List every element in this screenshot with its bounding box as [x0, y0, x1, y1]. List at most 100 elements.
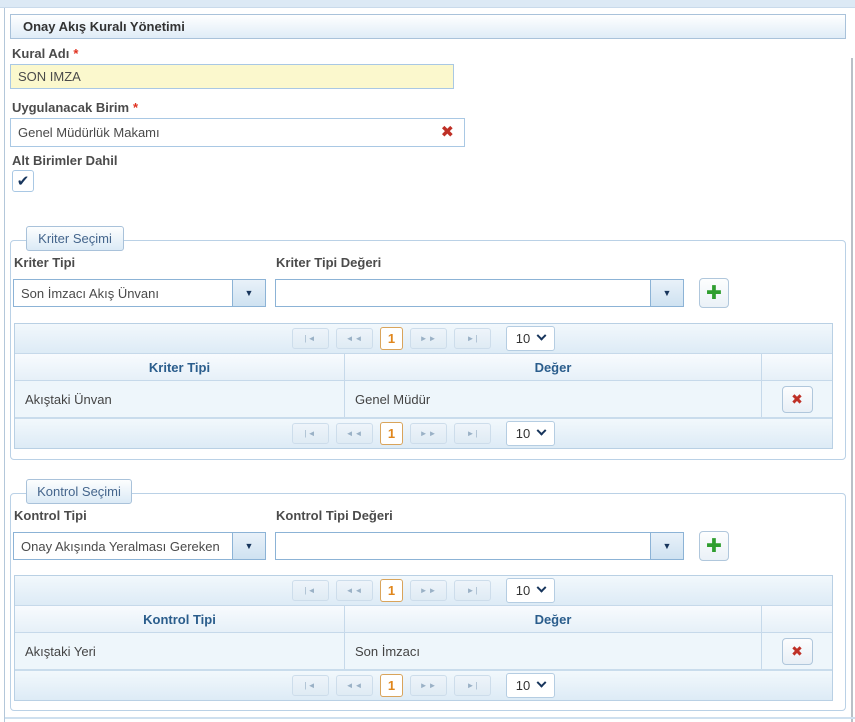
control-type-value: Onay Akışında Yeralması Gereken: [14, 533, 232, 559]
include-subunits-label: Alt Birimler Dahil: [12, 153, 117, 168]
required-asterisk: *: [133, 100, 138, 115]
first-page-icon: |◄: [305, 586, 317, 595]
dropdown-chevron-icon: [537, 331, 547, 341]
dropdown-chevron-icon: [537, 426, 547, 436]
chevron-down-icon[interactable]: ▼: [232, 533, 265, 559]
vertical-scrollbar[interactable]: [851, 58, 853, 722]
current-page-button[interactable]: 1: [380, 579, 403, 602]
dropdown-chevron-icon: [537, 678, 547, 688]
control-legend: Kontrol Seçimi: [26, 479, 132, 504]
criteria-paginator-top: |◄ ◄◄ 1 ►► ►| 10: [15, 324, 832, 353]
criteria-value-value: [276, 280, 650, 306]
current-page-button[interactable]: 1: [380, 674, 403, 697]
last-page-button[interactable]: ►|: [454, 580, 491, 601]
rows-per-page-select[interactable]: 10: [506, 421, 555, 446]
dropdown-chevron-icon: [537, 583, 547, 593]
last-page-button[interactable]: ►|: [454, 328, 491, 349]
column-header-type: Kontrol Tipi: [15, 606, 345, 632]
criteria-type-dropdown[interactable]: Son İmzacı Akış Ünvanı ▼: [13, 279, 266, 307]
chevron-down-icon[interactable]: ▼: [650, 280, 683, 306]
criteria-legend: Kriter Seçimi: [26, 226, 124, 251]
criteria-type-value: Son İmzacı Akış Ünvanı: [14, 280, 232, 306]
prev-page-button[interactable]: ◄◄: [336, 423, 373, 444]
required-asterisk: *: [73, 46, 78, 61]
next-page-icon: ►►: [420, 429, 438, 438]
row-value-cell: Son İmzacı: [345, 633, 762, 669]
criteria-paginator-bottom: |◄ ◄◄ 1 ►► ►| 10: [15, 418, 832, 448]
first-page-button[interactable]: |◄: [292, 675, 329, 696]
applied-unit-field: ✖: [10, 118, 465, 147]
add-criteria-button[interactable]: ✚: [699, 278, 729, 308]
last-page-button[interactable]: ►|: [454, 675, 491, 696]
plus-icon: ✚: [706, 282, 722, 305]
control-value-label: Kontrol Tipi Değeri: [276, 508, 393, 523]
chevron-down-icon[interactable]: ▼: [232, 280, 265, 306]
applied-unit-input[interactable]: [11, 119, 431, 146]
page-title: Onay Akış Kuralı Yönetimi: [10, 14, 846, 39]
column-header-actions: [762, 354, 832, 380]
approval-rule-management-screen: Onay Akış Kuralı Yönetimi Kural Adı* Uyg…: [0, 0, 855, 722]
first-page-icon: |◄: [305, 429, 317, 438]
current-page-button[interactable]: 1: [380, 422, 403, 445]
first-page-icon: |◄: [305, 681, 317, 690]
control-type-label: Kontrol Tipi: [14, 508, 87, 523]
next-page-button[interactable]: ►►: [410, 328, 447, 349]
last-page-button[interactable]: ►|: [454, 423, 491, 444]
column-header-value: Değer: [345, 606, 762, 632]
next-page-icon: ►►: [420, 681, 438, 690]
row-value-cell: Genel Müdür: [345, 381, 762, 417]
rows-per-page-select[interactable]: 10: [506, 326, 555, 351]
first-page-icon: |◄: [305, 334, 317, 343]
last-page-icon: ►|: [467, 334, 479, 343]
delete-icon: ✖: [791, 643, 803, 660]
control-value-dropdown[interactable]: ▼: [275, 532, 684, 560]
prev-page-button[interactable]: ◄◄: [336, 675, 373, 696]
first-page-button[interactable]: |◄: [292, 328, 329, 349]
applied-unit-label: Uygulanacak Birim*: [12, 100, 138, 115]
left-border-line: [4, 8, 5, 722]
prev-page-icon: ◄◄: [346, 586, 364, 595]
delete-row-button[interactable]: ✖: [782, 638, 813, 665]
criteria-table: |◄ ◄◄ 1 ►► ►| 10 Kriter Tipi Değer Akışt…: [14, 323, 833, 449]
prev-page-button[interactable]: ◄◄: [336, 580, 373, 601]
chevron-down-icon[interactable]: ▼: [650, 533, 683, 559]
control-value-value: [276, 533, 650, 559]
last-page-icon: ►|: [467, 586, 479, 595]
next-page-button[interactable]: ►►: [410, 423, 447, 444]
table-row: Akıştaki Ünvan Genel Müdür ✖: [15, 381, 832, 418]
table-row: Akıştaki Yeri Son İmzacı ✖: [15, 633, 832, 670]
rows-per-page-select[interactable]: 10: [506, 578, 555, 603]
criteria-value-dropdown[interactable]: ▼: [275, 279, 684, 307]
first-page-button[interactable]: |◄: [292, 580, 329, 601]
plus-icon: ✚: [706, 535, 722, 558]
criteria-type-label: Kriter Tipi: [14, 255, 75, 270]
first-page-button[interactable]: |◄: [292, 423, 329, 444]
delete-icon: ✖: [791, 391, 803, 408]
last-page-icon: ►|: [467, 429, 479, 438]
check-icon: ✔: [17, 172, 30, 190]
bottom-border-line: [5, 717, 855, 719]
top-strip: [0, 0, 855, 8]
next-page-button[interactable]: ►►: [410, 580, 447, 601]
current-page-button[interactable]: 1: [380, 327, 403, 350]
row-type-cell: Akıştaki Yeri: [15, 633, 345, 669]
control-table: |◄ ◄◄ 1 ►► ►| 10 Kontrol Tipi Değer Akış…: [14, 575, 833, 701]
prev-page-icon: ◄◄: [346, 334, 364, 343]
rule-name-label: Kural Adı*: [12, 46, 78, 61]
criteria-value-label: Kriter Tipi Değeri: [276, 255, 381, 270]
include-subunits-checkbox[interactable]: ✔: [12, 170, 34, 192]
prev-page-icon: ◄◄: [346, 681, 364, 690]
rule-name-input[interactable]: [10, 64, 454, 89]
control-type-dropdown[interactable]: Onay Akışında Yeralması Gereken ▼: [13, 532, 266, 560]
next-page-icon: ►►: [420, 586, 438, 595]
add-control-button[interactable]: ✚: [699, 531, 729, 561]
next-page-button[interactable]: ►►: [410, 675, 447, 696]
control-paginator-top: |◄ ◄◄ 1 ►► ►| 10: [15, 576, 832, 605]
column-header-actions: [762, 606, 832, 632]
clear-unit-icon[interactable]: ✖: [431, 125, 464, 141]
prev-page-button[interactable]: ◄◄: [336, 328, 373, 349]
control-paginator-bottom: |◄ ◄◄ 1 ►► ►| 10: [15, 670, 832, 700]
rows-per-page-select[interactable]: 10: [506, 673, 555, 698]
delete-row-button[interactable]: ✖: [782, 386, 813, 413]
prev-page-icon: ◄◄: [346, 429, 364, 438]
